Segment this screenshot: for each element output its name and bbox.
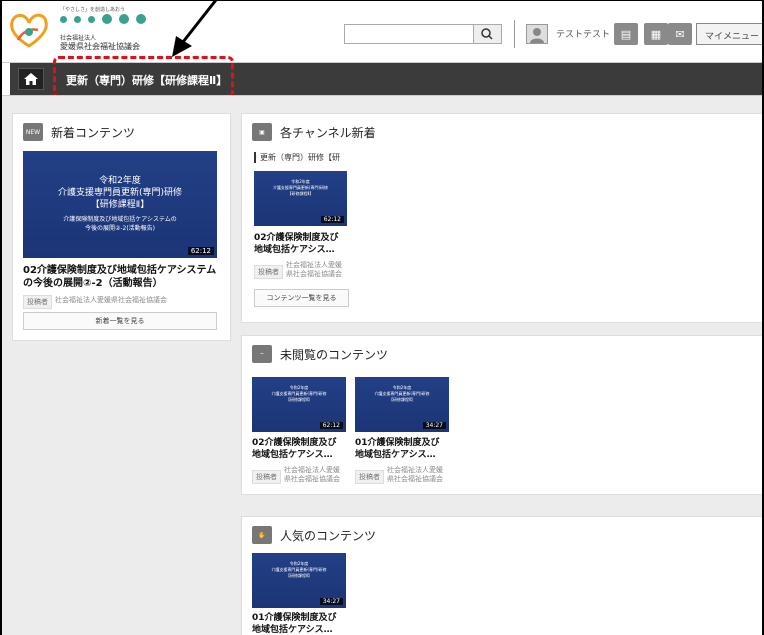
unviewed-item-2-title-2[interactable]: 地域包括ケアシス… [355,449,436,461]
new-content-thumbnail[interactable]: 令和2年度 介護支援専門員更新(専門)研修 【研修課程Ⅱ】 介護保険制度及び地域… [23,151,217,258]
poster-org-line2: 県社会福祉協議会 [286,270,342,278]
unviewed-item-1-title-1[interactable]: 02介護保険制度及び [252,437,337,449]
main-content: NEW 新着コンテンツ 令和2年度 介護支援専門員更新(専門)研修 【研修課程Ⅱ… [0,95,764,635]
unviewed-heading: 未閲覧のコンテンツ [280,347,389,362]
poster-label: 投稿者 [252,470,281,484]
new-badge-icon: NEW [23,123,43,141]
user-name[interactable]: テストテスト [556,27,610,40]
closed-eye-icon: ⌣ [252,345,272,363]
site-header: 「やさしさ」を創造しあおう 社会福祉法人 愛媛県社会福祉協議会 テストテスト ▤… [0,0,764,63]
unviewed-item-thumbnail-1[interactable]: 令和2年度 介護支援専門員更新(専門)研修 【研修課程Ⅱ】 62:12 [252,377,346,432]
thumbs-up-icon: ✋ [252,526,272,544]
search-input[interactable] [344,24,474,44]
poster-org-line2: 県社会福祉協議会 [387,475,443,483]
new-list-button[interactable]: 新着一覧を見る [23,312,217,330]
search-button[interactable] [474,24,502,44]
new-contents-heading: 新着コンテンツ [51,125,136,140]
site-logo[interactable]: 「やさしさ」を創造しあおう 社会福祉法人 愛媛県社会福祉協議会 [8,6,158,56]
poster-label: 投稿者 [355,470,384,484]
message-icon[interactable]: ▤ [614,23,638,45]
popular-item-title-2[interactable]: 地域包括ケアシス… [252,624,333,635]
channel-subheading[interactable]: 更新（専門）研修【研 [254,152,340,163]
home-button[interactable] [18,68,44,90]
logo-dots [60,14,146,24]
mail-icon[interactable]: ✉ [668,23,692,45]
channel-box-icon: ▣ [252,123,272,141]
channel-item-title-1[interactable]: 02介護保険制度及び [254,232,339,244]
duration-badge: 62:12 [320,216,344,223]
my-menu-button[interactable]: マイメニュー [696,23,764,45]
poster-org-line1: 社会福祉法人愛媛 [286,261,342,269]
highlight-box [53,56,234,98]
duration-badge: 34:27 [319,598,343,605]
unviewed-item-2-title-1[interactable]: 01介護保険制度及び [355,437,440,449]
logo-tagline: 「やさしさ」を創造しあおう [60,7,126,13]
home-icon [24,73,38,85]
logo-heart-icon [10,13,48,48]
unviewed-card: ⌣ 未閲覧のコンテンツ 令和2年度 介護支援専門員更新(専門)研修 【研修課程Ⅱ… [241,335,764,495]
frame-left [0,0,2,635]
popular-heading: 人気のコンテンツ [280,528,377,543]
frame-top [0,0,764,1]
duration-badge: 62:12 [187,247,214,255]
poster-org-line1: 社会福祉法人愛媛 [387,466,443,474]
poster-org-line2: 県社会福祉協議会 [284,475,340,483]
duration-badge: 62:12 [319,422,343,429]
poster-org-line1: 社会福祉法人愛媛 [284,466,340,474]
content-list-button[interactable]: コンテンツ一覧を見る [254,289,349,307]
poster-label: 投稿者 [254,265,283,279]
popular-card: ✋ 人気のコンテンツ 令和2年度 介護支援専門員更新(専門)研修 【研修課程Ⅱ】… [241,516,764,635]
document-icon[interactable]: ▦ [644,23,668,45]
unviewed-item-thumbnail-2[interactable]: 令和2年度 介護支援専門員更新(専門)研修 【研修課程Ⅱ】 34:27 [355,377,449,432]
poster-label: 投稿者 [23,295,52,309]
user-avatar[interactable] [526,24,548,44]
poster-org: 社会福祉法人愛媛県社会福祉協議会 [55,296,167,304]
new-content-title[interactable]: 02介護保険制度及び地域包括ケアシステムの今後の展開②-2（活動報告） [23,264,223,290]
new-contents-card: NEW 新着コンテンツ 令和2年度 介護支援専門員更新(専門)研修 【研修課程Ⅱ… [12,113,231,341]
user-icon [530,28,544,43]
channel-item-thumbnail[interactable]: 令和2年度 介護支援専門員更新(専門)研修 【研修課程Ⅱ】 62:12 [254,171,347,226]
search-icon [481,28,493,40]
header-divider [514,20,515,48]
popular-item-title-1[interactable]: 01介護保険制度及び [252,612,337,624]
channel-item-title-2[interactable]: 地域包括ケアシス… [254,244,335,256]
logo-org-name: 愛媛県社会福祉協議会 [60,42,140,51]
popular-item-thumbnail[interactable]: 令和2年度 介護支援専門員更新(専門)研修 【研修課程Ⅱ】 34:27 [252,553,346,608]
duration-badge: 34:27 [422,422,446,429]
channel-new-card: ▣ 各チャンネル新着 更新（専門）研修【研 令和2年度 介護支援専門員更新(専門… [241,113,764,323]
channel-new-heading: 各チャンネル新着 [280,125,376,140]
unviewed-item-1-title-2[interactable]: 地域包括ケアシス… [252,449,333,461]
